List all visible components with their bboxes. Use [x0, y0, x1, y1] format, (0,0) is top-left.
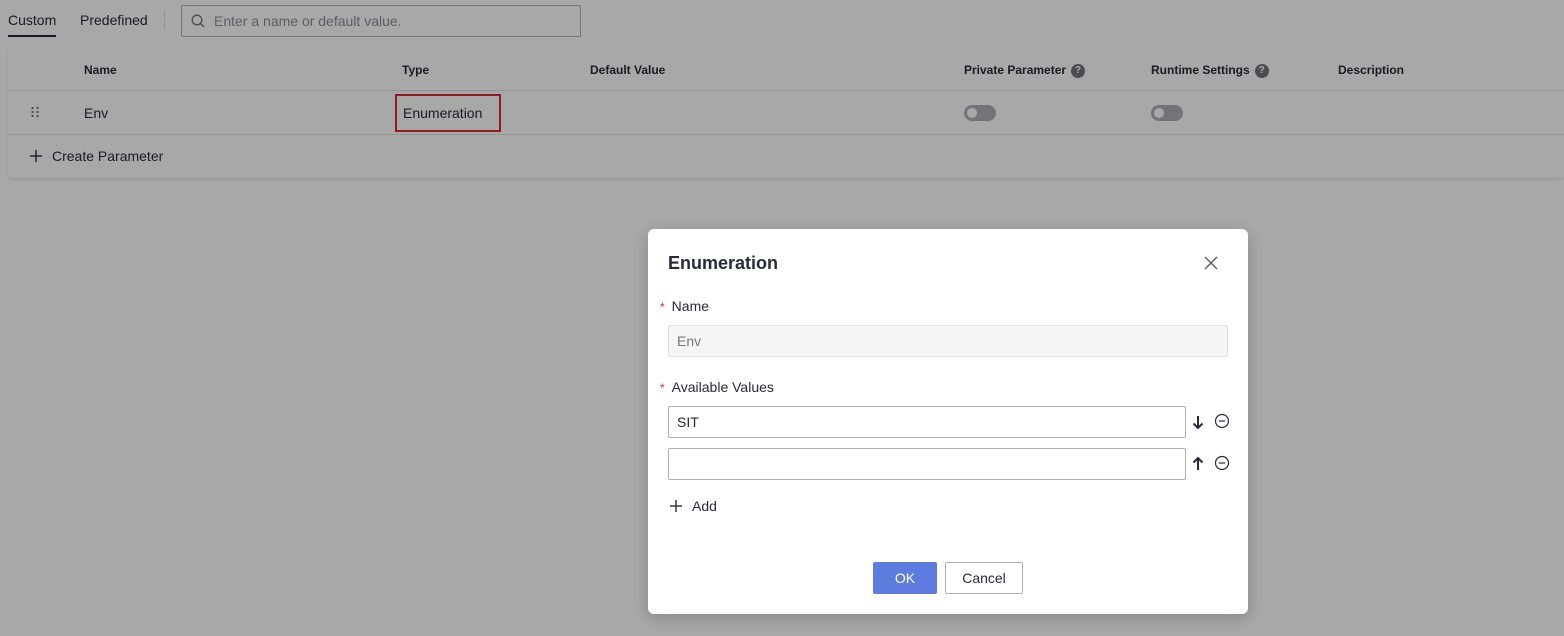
dialog-title: Enumeration [668, 253, 779, 273]
required-mark: * [660, 381, 665, 395]
ok-button[interactable]: OK [873, 562, 937, 594]
name-field[interactable] [668, 325, 1228, 357]
value-input[interactable] [668, 406, 1186, 438]
enumeration-dialog: Enumeration *Name *Available Values Add … [648, 229, 1248, 614]
move-down-icon[interactable] [1190, 414, 1206, 430]
name-field-label: * Name [660, 298, 709, 314]
required-mark: * [660, 300, 665, 314]
name-label-text: Name [671, 298, 710, 314]
plus-icon [670, 500, 682, 512]
value-input[interactable] [668, 448, 1186, 480]
available-values-label-text: Available Values [671, 379, 774, 395]
cancel-button[interactable]: Cancel [945, 562, 1023, 594]
remove-value-icon[interactable] [1214, 413, 1230, 429]
available-values-label: * Available Values [660, 379, 774, 395]
add-value-button[interactable]: Add [668, 497, 738, 517]
move-up-icon[interactable] [1190, 456, 1206, 472]
close-icon[interactable] [1203, 255, 1219, 271]
remove-value-icon[interactable] [1214, 455, 1230, 471]
add-value-label: Add [692, 498, 717, 514]
